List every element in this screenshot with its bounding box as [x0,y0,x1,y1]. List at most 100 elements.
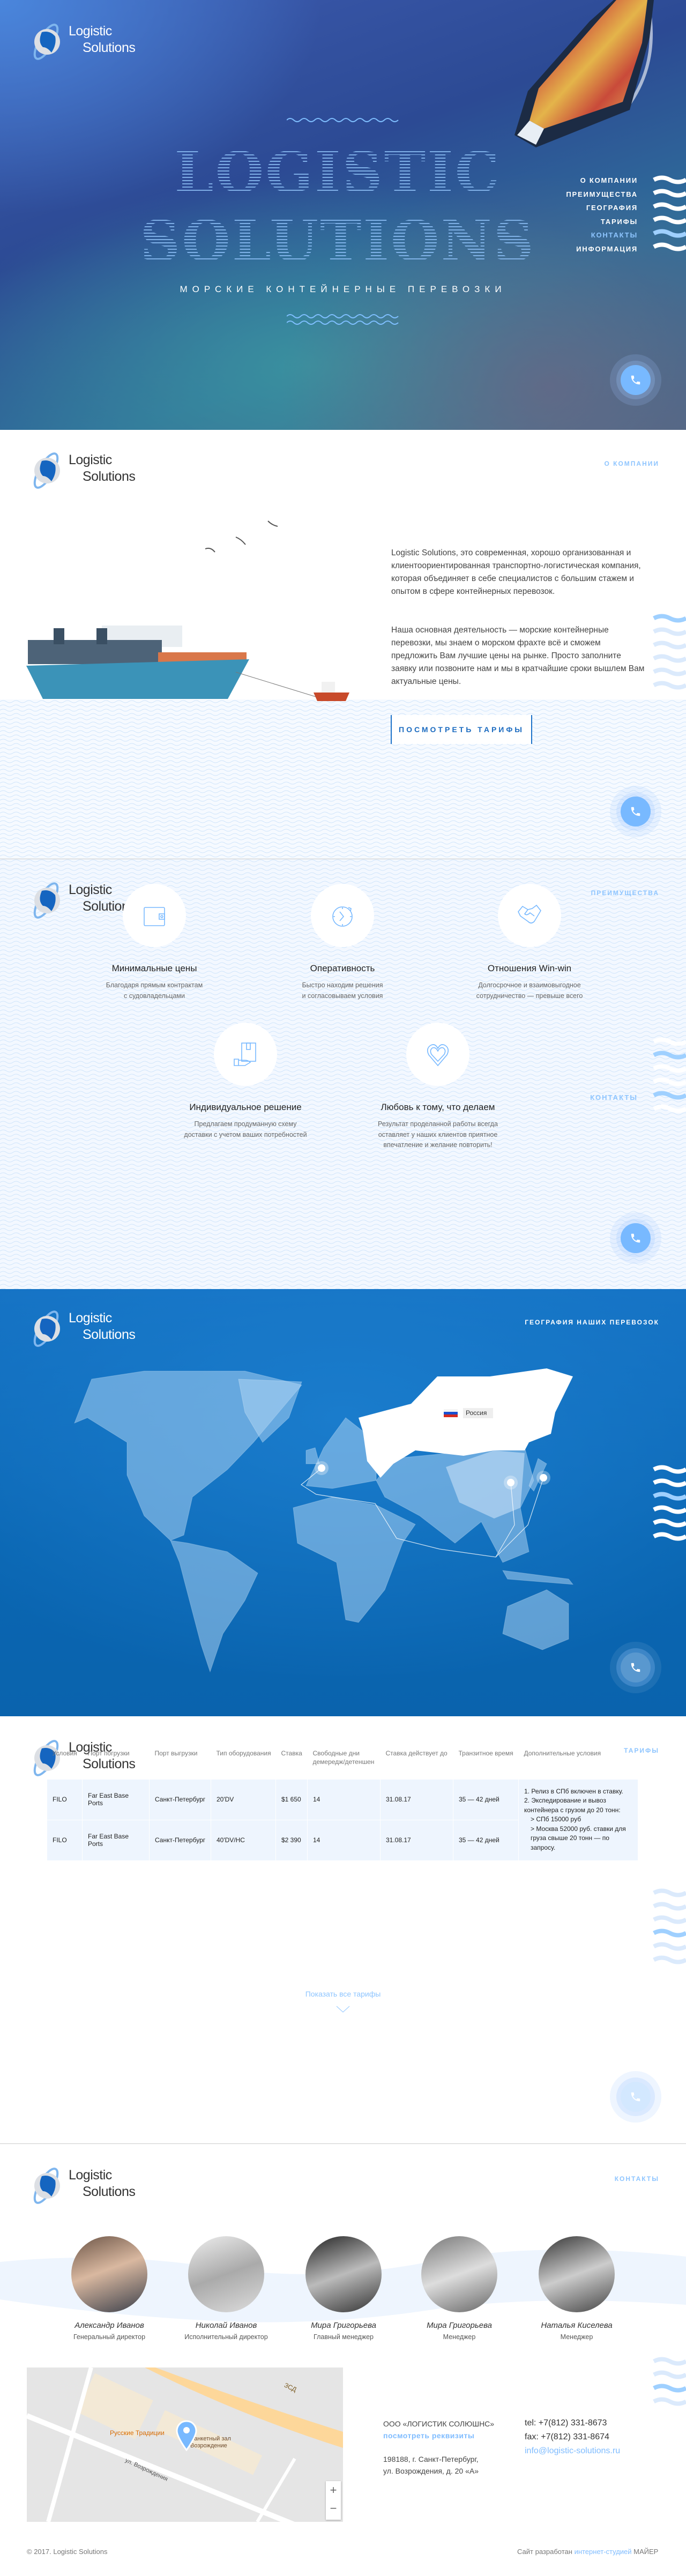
wave-nav-item[interactable] [653,1955,686,1964]
wave-nav-item[interactable] [653,175,686,184]
member-name: Мира Григорьева [427,2321,492,2330]
wave-nav-item[interactable] [653,1465,686,1474]
zoom-in-button[interactable]: + [326,2481,341,2499]
nav-wave-indicators[interactable] [653,2356,686,2410]
wave-nav-item[interactable] [653,1888,686,1897]
world-map[interactable] [0,1289,686,1716]
nav-wave-indicators[interactable] [653,175,686,255]
wave-nav-item[interactable] [653,1077,686,1086]
wave-nav-item[interactable] [653,1505,686,1514]
avatar[interactable] [305,2236,382,2312]
wave-nav-item[interactable] [653,1492,686,1501]
logo[interactable]: Logistic Solutions [26,20,149,63]
column-header: Порт выгрузки [154,1749,198,1757]
wave-nav-item[interactable] [653,2397,686,2406]
phone-icon [621,1652,651,1682]
developer-studio-link[interactable]: интернет-студией [575,2548,632,2556]
wave-nav-item[interactable] [653,1064,686,1073]
wave-nav-item[interactable] [653,1902,686,1911]
wave-pattern-background [0,699,686,859]
wave-nav-item[interactable] [653,2384,686,2393]
wave-nav-item[interactable] [653,242,686,251]
nav-wave-indicators[interactable] [653,613,686,694]
wave-nav-item[interactable] [653,189,686,198]
wave-nav-item[interactable] [653,1091,686,1100]
phone-number[interactable]: tel: +7(812) 331-8673 [525,2417,607,2429]
avatar[interactable] [421,2236,497,2312]
call-button[interactable] [610,1642,661,1693]
avatar[interactable] [71,2236,147,2312]
table-cell: $2 390 [275,1819,308,1861]
nav-item-2[interactable]: ГЕОГРАФИЯ [566,202,638,216]
map-pin-icon[interactable] [176,2420,197,2451]
credit-suffix: МАЙЕР [633,2548,659,2556]
nav-wave-indicators[interactable] [653,1037,686,1117]
column-header: Дополнительные условия [524,1749,601,1757]
wave-nav-item[interactable] [653,202,686,211]
wave-nav-item[interactable] [653,627,686,636]
description-line: Результат проделанной работы всегда [378,1120,498,1128]
table-cell: 40'DV/HC [211,1819,276,1861]
logo[interactable]: Logistic Solutions [26,449,149,492]
russia-flag-icon [444,1409,458,1417]
call-button[interactable] [610,2071,661,2123]
wave-nav-item[interactable] [653,1051,686,1060]
side-nav-contacts-link[interactable]: КОНТАКТЫ [590,1093,638,1101]
nav-item-5[interactable]: ИНФОРМАЦИЯ [566,243,638,257]
advantages-section: Logistic Solutions ПРЕИМУЩЕСТВА Минималь… [0,859,686,1289]
avatar[interactable] [188,2236,264,2312]
description-line: и согласовываем условия [302,992,383,1000]
wave-nav-item[interactable] [653,1104,686,1113]
show-all-tariffs-link[interactable]: Показать все тарифы [0,1990,686,2015]
wave-nav-item[interactable] [653,1915,686,1924]
nav-item-3[interactable]: ТАРИФЫ [566,216,638,230]
wave-nav-item[interactable] [653,215,686,225]
logo[interactable]: Logistic Solutions [26,2164,149,2207]
nav-item-0[interactable]: О КОМПАНИИ [566,175,638,189]
wave-nav-item[interactable] [653,667,686,676]
show-all-label[interactable]: Показать все тарифы [305,1990,381,1998]
description-line: впечатление и желание повторить! [383,1141,493,1149]
nav-item-1[interactable]: ПРЕИМУЩЕСТВА [566,189,638,203]
map-label-cafe: Русские Традиции [110,2429,165,2437]
container-ship-image [514,0,654,147]
column-header: Порт погрузки [87,1749,130,1757]
nav-item-4[interactable]: КОНТАКТЫ [566,229,638,243]
wave-nav-item[interactable] [653,1037,686,1046]
location-map[interactable]: Русские Традиции Банкетный зал Возрожден… [27,2367,343,2522]
table-cell: 35 — 42 дней [453,1819,519,1861]
nav-wave-indicators[interactable] [653,1888,686,1968]
wave-nav-item[interactable] [653,1518,686,1528]
chevron-down-icon[interactable] [336,2006,350,2013]
wave-nav-item[interactable] [653,229,686,238]
geography-section: Logistic Solutions ГЕОГРАФИЯ НАШИХ ПЕРЕВ… [0,1289,686,1716]
wave-nav-item[interactable] [653,2357,686,2366]
wave-nav-item[interactable] [653,614,686,623]
call-button[interactable] [610,354,661,406]
wave-nav-item[interactable] [653,1532,686,1541]
avatar[interactable] [539,2236,615,2312]
wave-nav-item[interactable] [653,641,686,650]
clock-icon [311,884,374,947]
wave-nav-item[interactable] [653,1942,686,1951]
table-cell: Far East Base Ports [82,1819,150,1861]
wave-nav-item[interactable] [653,1929,686,1938]
cargo-ship-illustration [26,520,349,701]
wave-nav-item[interactable] [653,681,686,690]
team-member: Николай Иванов Исполнительный директор [173,2236,280,2341]
call-button[interactable] [610,786,661,837]
nav-wave-indicators[interactable] [653,1464,686,1545]
wave-nav-item[interactable] [653,2370,686,2379]
call-button[interactable] [610,1212,661,1264]
view-tariffs-button[interactable]: ПОСМОТРЕТЬ ТАРИФЫ [391,715,532,744]
phone-icon [621,796,651,827]
table-cell: 20'DV [211,1778,276,1820]
wave-nav-item[interactable] [653,654,686,663]
member-name: Александр Иванов [74,2321,144,2330]
column-header: Тип оборудования [216,1749,271,1757]
zoom-out-button[interactable]: − [326,2499,341,2518]
view-requisites-link[interactable]: посмотреть реквизиты [383,2430,474,2441]
email-link[interactable]: info@logistic-solutions.ru [525,2445,620,2457]
about-section: Logistic Solutions О КОМПАНИИ Logistic S… [0,430,686,859]
wave-nav-item[interactable] [653,1478,686,1487]
